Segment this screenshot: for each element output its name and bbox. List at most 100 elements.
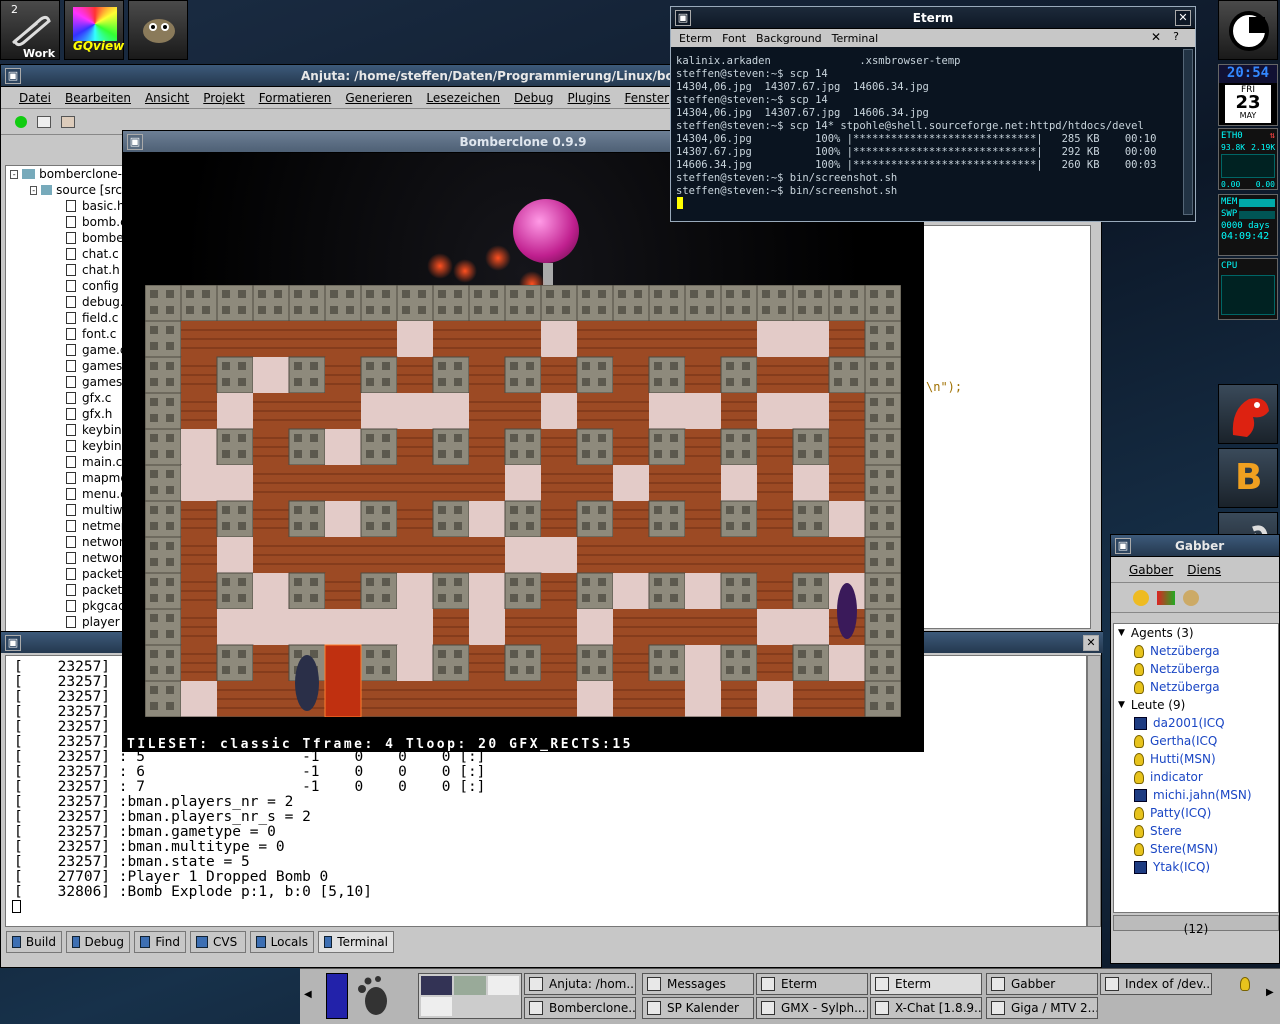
anjuta-menu-item[interactable]: Projekt	[203, 91, 244, 105]
file-item[interactable]: pkgcac	[6, 598, 122, 614]
file-item[interactable]: gfx.h	[6, 406, 122, 422]
window-menu-button[interactable]: ▣	[127, 134, 143, 150]
tab-locals[interactable]: Locals	[250, 931, 314, 953]
messages-scrollbar[interactable]	[1087, 655, 1101, 927]
smiley-icon[interactable]	[1133, 589, 1149, 606]
editor-pane[interactable]: \n");	[923, 225, 1091, 629]
tab-terminal[interactable]: Terminal	[318, 931, 394, 953]
file-item[interactable]: field.c	[6, 310, 122, 326]
file-item[interactable]: bombe	[6, 230, 122, 246]
pager-icon[interactable]	[326, 973, 348, 1019]
contact-item[interactable]: Gertha(ICQ	[1114, 732, 1278, 750]
file-item[interactable]: debug.	[6, 294, 122, 310]
new-file-icon[interactable]	[37, 115, 51, 128]
anjuta-menu-item[interactable]: Generieren	[345, 91, 412, 105]
gqview-dock-tile[interactable]: GQview	[64, 0, 124, 60]
task-button[interactable]: Gabber	[986, 973, 1098, 995]
window-menu-button[interactable]: ▣	[1115, 538, 1131, 554]
task-button[interactable]: GMX - Sylph...	[756, 997, 868, 1019]
contact-item[interactable]: Hutti(MSN)	[1114, 750, 1278, 768]
task-button[interactable]: Index of /dev...	[1100, 973, 1212, 995]
status-icon[interactable]	[1157, 590, 1175, 605]
file-item[interactable]: games	[6, 374, 122, 390]
tree-root[interactable]: bomberclone-	[39, 167, 122, 181]
task-button[interactable]: Eterm	[870, 973, 982, 995]
workspace-pager[interactable]	[418, 973, 522, 1019]
anjuta-menu-item[interactable]: Ansicht	[145, 91, 189, 105]
anjuta-menu-item[interactable]: Plugins	[568, 91, 611, 105]
eterm-detach-icon[interactable]: ✕	[1151, 30, 1161, 44]
contacts-icon[interactable]	[1183, 589, 1199, 606]
run-icon[interactable]	[15, 115, 27, 128]
agent-item[interactable]: Netzüberga	[1114, 660, 1278, 678]
taskbar-left-arrow[interactable]: ◀	[304, 989, 312, 1000]
file-item[interactable]: chat.h	[6, 262, 122, 278]
anjuta-menu-item[interactable]: Debug	[514, 91, 553, 105]
file-item[interactable]: basic.h	[6, 198, 122, 214]
anjuta-menu-item[interactable]: Datei	[19, 91, 51, 105]
task-button[interactable]: Giga / MTV 2...	[986, 997, 1098, 1019]
contact-item[interactable]: Patty(ICQ)	[1114, 804, 1278, 822]
file-item[interactable]: networ	[6, 534, 122, 550]
contact-item[interactable]: michi.jahn(MSN)	[1114, 786, 1278, 804]
anjuta-menu-item[interactable]: Bearbeiten	[65, 91, 131, 105]
anjuta-menu-item[interactable]: Fenster	[625, 91, 670, 105]
gabber-title-bar[interactable]: ▣ Gabber	[1111, 535, 1279, 557]
anjuta-menu-item[interactable]: Formatieren	[259, 91, 332, 105]
dragon-dock-tile[interactable]	[1218, 384, 1278, 444]
messages-close-button[interactable]: ✕	[1083, 635, 1099, 651]
gabber-menu-item[interactable]: Diens	[1187, 563, 1221, 577]
task-button[interactable]: X-Chat [1.8.9...	[870, 997, 982, 1019]
taskbar-right-arrow[interactable]: ▶	[1266, 987, 1274, 998]
eterm-scrollbar[interactable]	[1183, 49, 1193, 215]
file-item[interactable]: chat.c	[6, 246, 122, 262]
gnome-foot-icon[interactable]	[354, 975, 394, 1019]
tree-source[interactable]: source [src	[56, 183, 122, 197]
eterm-close-button[interactable]: ✕	[1175, 10, 1191, 26]
work-dock-tile[interactable]: 2 Work	[0, 0, 60, 60]
open-folder-icon[interactable]	[61, 115, 75, 128]
file-item[interactable]: networ	[6, 550, 122, 566]
agent-item[interactable]: Netzüberga	[1114, 678, 1278, 696]
file-item[interactable]: font.c	[6, 326, 122, 342]
contact-item[interactable]: Stere	[1114, 822, 1278, 840]
task-button[interactable]: SP Kalender	[642, 997, 754, 1019]
leute-header[interactable]: Leute (9)	[1131, 698, 1185, 712]
tab-cvs[interactable]: CVS	[190, 931, 246, 953]
gabber-menu-item[interactable]: Gabber	[1129, 563, 1173, 577]
file-item[interactable]: multiwa	[6, 502, 122, 518]
tab-find[interactable]: Find	[134, 931, 186, 953]
file-item[interactable]: netmer	[6, 518, 122, 534]
eterm-title-bar[interactable]: ▣ Eterm ✕	[671, 7, 1195, 29]
task-button[interactable]: Messages	[642, 973, 754, 995]
gimp-dock-tile[interactable]	[128, 0, 188, 60]
file-item[interactable]: player	[6, 614, 122, 630]
window-menu-button[interactable]: ▣	[5, 68, 21, 84]
b-app-dock-tile[interactable]: B	[1218, 448, 1278, 508]
task-button[interactable]: Bomberclone...	[524, 997, 636, 1019]
file-item[interactable]: keybin	[6, 438, 122, 454]
file-item[interactable]: packet	[6, 566, 122, 582]
eterm-menu-item[interactable]: Background	[756, 32, 822, 45]
task-button[interactable]: Eterm	[756, 973, 868, 995]
game-canvas[interactable]: TILESET: classic Tframe: 4 Tloop: 20 GFX…	[123, 153, 923, 752]
file-item[interactable]: menu.c	[6, 486, 122, 502]
agents-header[interactable]: Agents (3)	[1131, 626, 1194, 640]
task-button[interactable]: Anjuta: /hom...	[524, 973, 636, 995]
notification-bulb-icon[interactable]	[1240, 977, 1250, 991]
agent-item[interactable]: Netzüberga	[1114, 642, 1278, 660]
game-board[interactable]	[145, 285, 901, 717]
eterm-menu-item[interactable]: Font	[722, 32, 746, 45]
file-item[interactable]: mapme	[6, 470, 122, 486]
messages-menu-button[interactable]: ▣	[5, 635, 21, 651]
file-item[interactable]: gfx.c	[6, 390, 122, 406]
eterm-menu-item[interactable]: Eterm	[679, 32, 712, 45]
contact-item[interactable]: da2001(ICQ	[1114, 714, 1278, 732]
window-manager-logo-tile[interactable]	[1218, 0, 1278, 60]
file-item[interactable]: packet	[6, 582, 122, 598]
contact-item[interactable]: Stere(MSN)	[1114, 840, 1278, 858]
anjuta-menu-item[interactable]: Lesezeichen	[426, 91, 500, 105]
tab-build[interactable]: Build	[6, 931, 62, 953]
contact-item[interactable]: indicator	[1114, 768, 1278, 786]
eterm-help-icon[interactable]: ?	[1173, 30, 1179, 43]
